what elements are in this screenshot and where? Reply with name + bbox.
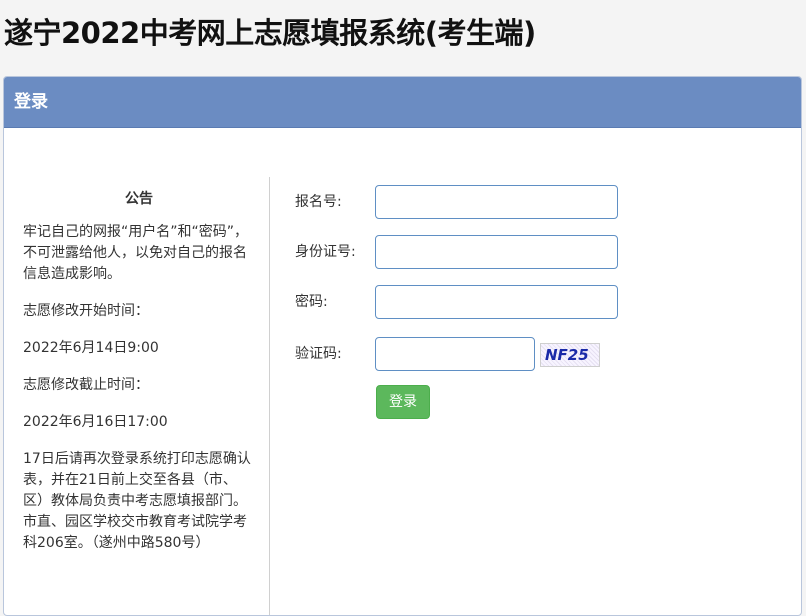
registration-number-input[interactable] (375, 185, 618, 219)
password-input[interactable] (375, 285, 618, 319)
login-panel: 登录 公告 牢记自己的网报“用户名”和“密码”，不可泄露给他人，以免对自己的报名… (3, 76, 802, 616)
notice-paragraph: 牢记自己的网报“用户名”和“密码”，不可泄露给他人，以免对自己的报名信息造成影响… (23, 224, 249, 282)
registration-label: 报名号: (295, 194, 342, 210)
panel-heading: 登录 (4, 77, 801, 128)
notice-paragraph: 志愿修改开始时间： (23, 303, 149, 319)
notice-paragraph: 2022年6月14日9:00 (23, 340, 159, 356)
page-title: 遂宁2022中考网上志愿填报系统(考生端) (4, 16, 536, 50)
login-button[interactable]: 登录 (376, 385, 430, 419)
notice-section: 公告 牢记自己的网报“用户名”和“密码”，不可泄露给他人，以免对自己的报名信息造… (4, 177, 270, 615)
id-number-input[interactable] (375, 235, 618, 269)
notice-title: 公告 (125, 191, 153, 207)
id-number-label: 身份证号: (295, 244, 356, 260)
captcha-label: 验证码: (295, 346, 342, 362)
captcha-image[interactable]: NF25 (540, 343, 600, 367)
password-label: 密码: (295, 294, 328, 310)
notice-paragraph: 17日后请再次登录系统打印志愿确认表，并在21日前上交至各县（市、区）教体局负责… (23, 451, 251, 551)
captcha-input[interactable] (375, 337, 535, 371)
notice-paragraph: 志愿修改截止时间： (23, 377, 149, 393)
notice-paragraph: 2022年6月16日17:00 (23, 414, 168, 430)
